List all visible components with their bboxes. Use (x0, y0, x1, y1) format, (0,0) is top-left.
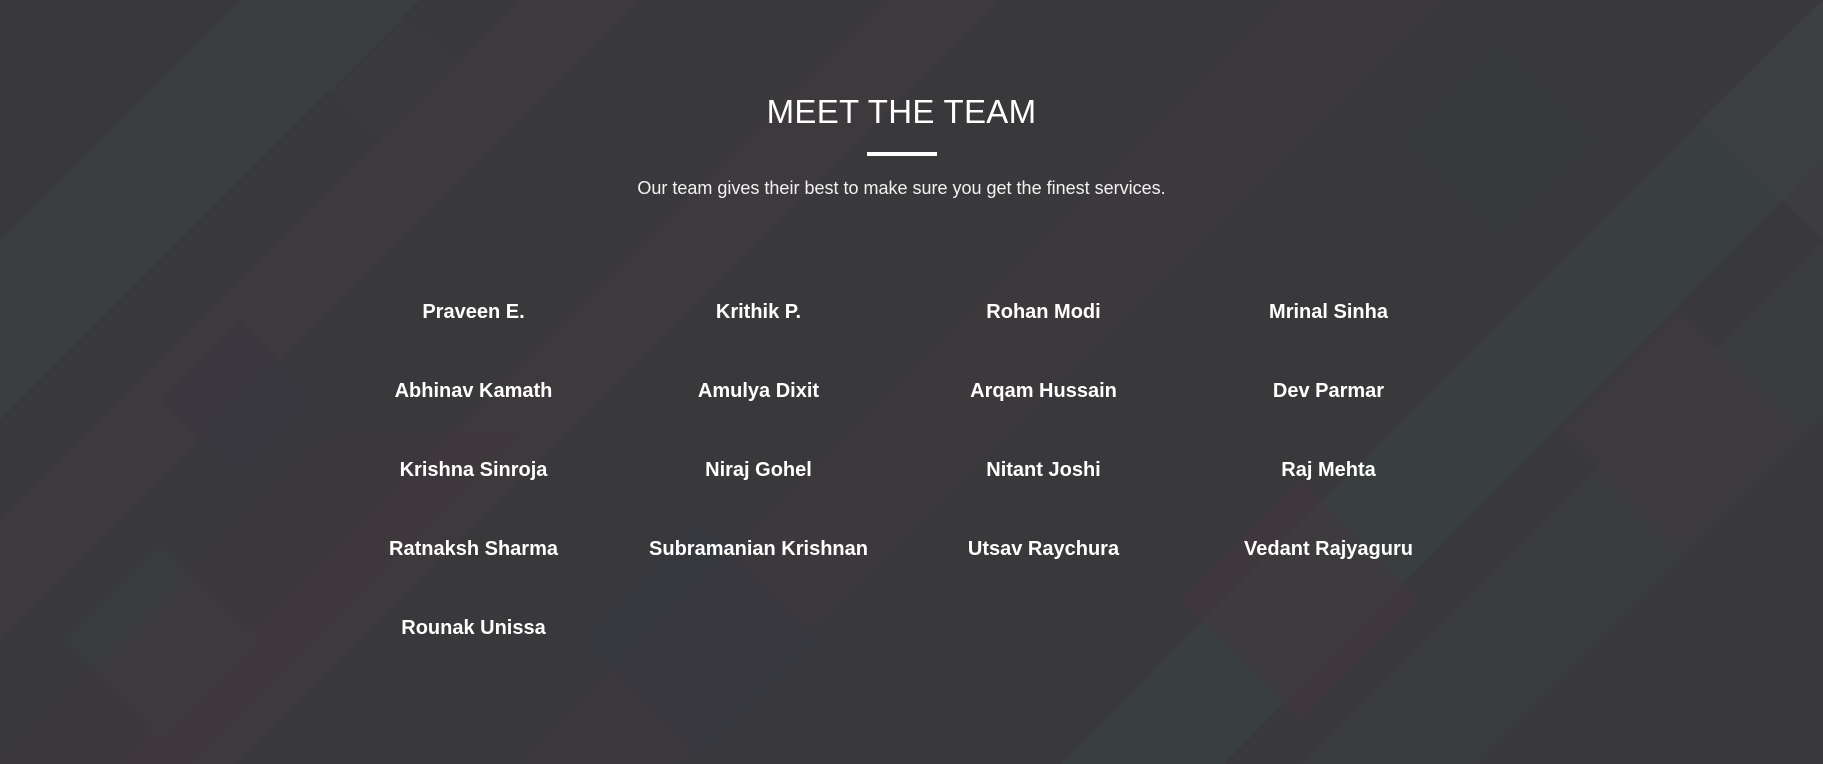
team-section: MEET THE TEAM Our team gives their best … (0, 0, 1823, 764)
team-member-name: Rohan Modi (986, 301, 1101, 323)
team-member-name: Krithik P. (715, 301, 802, 323)
team-member-name: Vedant Rajyaguru (1244, 538, 1413, 560)
team-member-name: Krishna Sinroja (399, 459, 548, 481)
section-subtitle: Our team gives their best to make sure y… (637, 178, 1166, 198)
team-member-name: Mrinal Sinha (1269, 301, 1388, 323)
title-divider (867, 152, 937, 156)
team-grid: Praveen E. Krithik P. Rohan Modi Mrinal … (331, 296, 1471, 691)
team-member-name: Subramanian Krishnan (649, 538, 868, 560)
team-member-name: Raj Mehta (1281, 459, 1376, 481)
team-member-name: Ratnaksh Sharma (389, 538, 558, 560)
section-title: MEET THE TEAM (766, 93, 1037, 130)
team-member-name: Rounak Unissa (401, 617, 546, 639)
team-member-name: Niraj Gohel (705, 459, 812, 481)
team-member-name: Utsav Raychura (967, 538, 1120, 560)
team-member-name: Abhinav Kamath (394, 380, 553, 402)
team-member-name: Arqam Hussain (970, 380, 1117, 402)
team-member-name: Praveen E. (422, 301, 525, 323)
team-member-name: Amulya Dixit (697, 380, 820, 402)
team-member-name: Dev Parmar (1272, 380, 1385, 402)
team-member-name: Nitant Joshi (986, 459, 1101, 481)
